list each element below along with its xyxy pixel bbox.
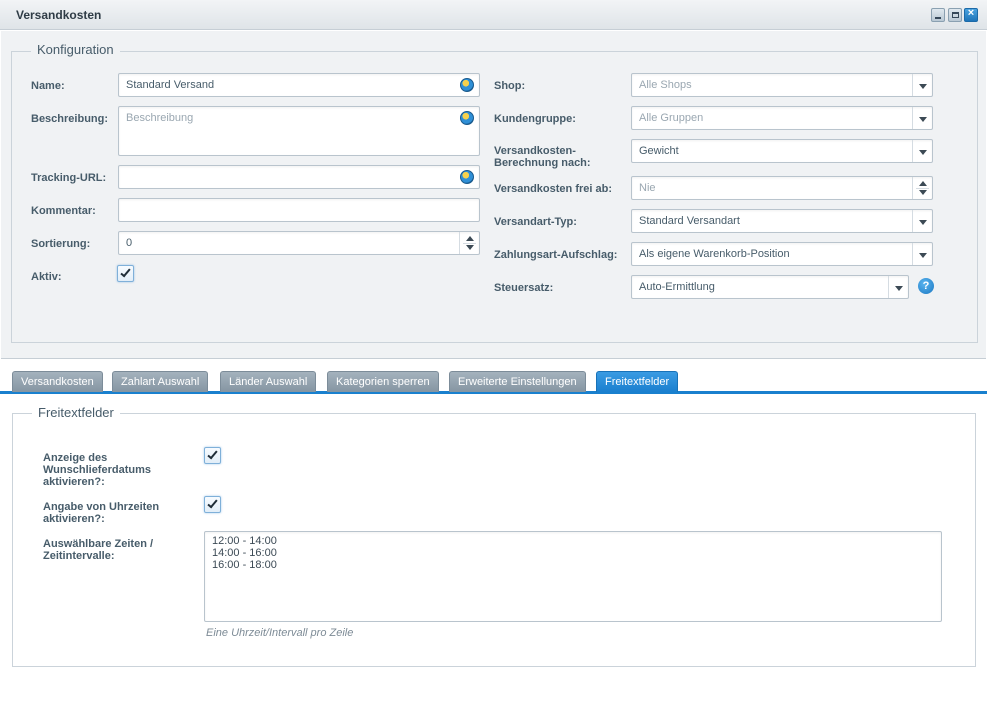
shop-label: Shop: bbox=[494, 80, 526, 92]
uhrzeiten-line1: Angabe von Uhrzeiten bbox=[43, 501, 160, 513]
close-button[interactable]: × bbox=[964, 7, 978, 22]
minimize-button[interactable] bbox=[931, 8, 945, 22]
window-title: Versandkosten bbox=[16, 8, 102, 22]
sortierung-stepper[interactable]: 0 bbox=[118, 231, 480, 255]
berechnung-label-line1: Versandkosten- bbox=[494, 145, 576, 157]
checkmark-icon bbox=[207, 448, 218, 460]
aktiv-checkbox[interactable] bbox=[117, 265, 134, 282]
zahlungsart-value: Als eigene Warenkorb-Position bbox=[639, 248, 790, 260]
tab-erweiterte-einstellungen[interactable]: Erweiterte Einstellungen bbox=[449, 371, 586, 392]
maximize-icon bbox=[952, 12, 959, 18]
spin-divider bbox=[463, 243, 476, 244]
checkmark-icon bbox=[207, 497, 218, 509]
uhrzeiten-checkbox[interactable] bbox=[204, 496, 221, 513]
tab-laender-auswahl[interactable]: Länder Auswahl bbox=[220, 371, 317, 392]
zeiten-label: Auswählbare Zeiten / Zeitintervalle: bbox=[43, 538, 153, 562]
kommentar-input[interactable] bbox=[118, 198, 480, 222]
berechnung-select[interactable]: Gewicht bbox=[631, 139, 933, 163]
help-icon[interactable]: ? bbox=[918, 278, 934, 294]
spin-down-icon[interactable] bbox=[466, 245, 474, 250]
window-header: Versandkosten × bbox=[0, 0, 987, 30]
steuersatz-value: Auto-Ermittlung bbox=[639, 281, 715, 293]
freitextfelder-legend: Freitextfelder bbox=[32, 405, 120, 420]
chevron-down-icon[interactable] bbox=[912, 74, 932, 96]
chevron-down-icon[interactable] bbox=[912, 243, 932, 265]
kundengruppe-label: Kundengruppe: bbox=[494, 113, 576, 125]
versandart-typ-label: Versandart-Typ: bbox=[494, 216, 577, 228]
maximize-button[interactable] bbox=[948, 8, 962, 22]
globe-icon[interactable] bbox=[460, 111, 474, 125]
shop-select-placeholder: Alle Shops bbox=[639, 79, 692, 91]
berechnung-label-line2: Berechnung nach: bbox=[494, 157, 591, 169]
chevron-down-icon[interactable] bbox=[912, 140, 932, 162]
shop-select[interactable]: Alle Shops bbox=[631, 73, 933, 97]
berechnung-label: Versandkosten- Berechnung nach: bbox=[494, 145, 591, 169]
zeiten-textarea[interactable]: 12:00 - 14:00 14:00 - 16:00 16:00 - 18:0… bbox=[204, 531, 942, 622]
chevron-down-icon[interactable] bbox=[888, 276, 908, 298]
frei-ab-placeholder: Nie bbox=[639, 182, 656, 194]
spinner[interactable] bbox=[912, 177, 932, 199]
globe-icon[interactable] bbox=[460, 78, 474, 92]
zahlungsart-select[interactable]: Als eigene Warenkorb-Position bbox=[631, 242, 933, 266]
berechnung-select-value: Gewicht bbox=[639, 145, 679, 157]
sortierung-label: Sortierung: bbox=[31, 238, 91, 250]
beschreibung-label: Beschreibung: bbox=[31, 113, 109, 125]
tab-kategorien-sperren[interactable]: Kategorien sperren bbox=[327, 371, 439, 392]
frei-ab-stepper[interactable]: Nie bbox=[631, 176, 933, 200]
frei-ab-label: Versandkosten frei ab: bbox=[494, 183, 612, 195]
chevron-down-icon[interactable] bbox=[912, 107, 932, 129]
steuersatz-label: Steuersatz: bbox=[494, 282, 554, 294]
sortierung-value: 0 bbox=[126, 237, 133, 249]
steuersatz-select[interactable]: Auto-Ermittlung bbox=[631, 275, 909, 299]
zahlungsart-label: Zahlungsart-Aufschlag: bbox=[494, 249, 618, 261]
spin-down-icon[interactable] bbox=[919, 190, 927, 195]
configuration-legend: Konfiguration bbox=[31, 42, 120, 57]
name-input[interactable]: Standard Versand bbox=[118, 73, 480, 97]
wunschlieferdatum-label: Anzeige des Wunschlieferdatums aktiviere… bbox=[43, 452, 151, 488]
uhrzeiten-label: Angabe von Uhrzeiten aktivieren?: bbox=[43, 501, 159, 525]
kommentar-label: Kommentar: bbox=[31, 205, 96, 217]
globe-icon[interactable] bbox=[460, 170, 474, 184]
spin-up-icon[interactable] bbox=[466, 236, 474, 241]
versandart-typ-value: Standard Versandart bbox=[639, 215, 740, 227]
spinner[interactable] bbox=[459, 232, 479, 254]
versandart-typ-select[interactable]: Standard Versandart bbox=[631, 209, 933, 233]
name-label: Name: bbox=[31, 80, 65, 92]
zeiten-line2: Zeitintervalle: bbox=[43, 550, 115, 562]
wunsch-line2: Wunschlieferdatums bbox=[43, 464, 151, 476]
zeiten-line1: Auswählbare Zeiten / bbox=[43, 538, 154, 550]
beschreibung-textarea[interactable]: Beschreibung bbox=[118, 106, 480, 156]
spin-divider bbox=[916, 188, 929, 189]
wunsch-line3: aktivieren?: bbox=[43, 476, 105, 488]
minimize-icon bbox=[935, 17, 941, 19]
spin-up-icon[interactable] bbox=[919, 181, 927, 186]
zeiten-hint: Eine Uhrzeit/Intervall pro Zeile bbox=[206, 627, 354, 639]
tracking-url-input[interactable] bbox=[118, 165, 480, 189]
aktiv-label: Aktiv: bbox=[31, 271, 62, 283]
tab-freitextfelder[interactable]: Freitextfelder bbox=[596, 371, 679, 392]
close-icon: × bbox=[967, 7, 975, 19]
kundengruppe-select-placeholder: Alle Gruppen bbox=[639, 112, 704, 124]
wunschlieferdatum-checkbox[interactable] bbox=[204, 447, 221, 464]
wunsch-line1: Anzeige des bbox=[43, 452, 108, 464]
tab-zahlart-auswahl[interactable]: Zahlart Auswahl bbox=[112, 371, 209, 392]
tab-versandkosten[interactable]: Versandkosten bbox=[12, 371, 103, 392]
tracking-url-label: Tracking-URL: bbox=[31, 172, 107, 184]
chevron-down-icon[interactable] bbox=[912, 210, 932, 232]
kundengruppe-select[interactable]: Alle Gruppen bbox=[631, 106, 933, 130]
uhrzeiten-line2: aktivieren?: bbox=[43, 513, 105, 525]
checkmark-icon bbox=[120, 266, 131, 278]
